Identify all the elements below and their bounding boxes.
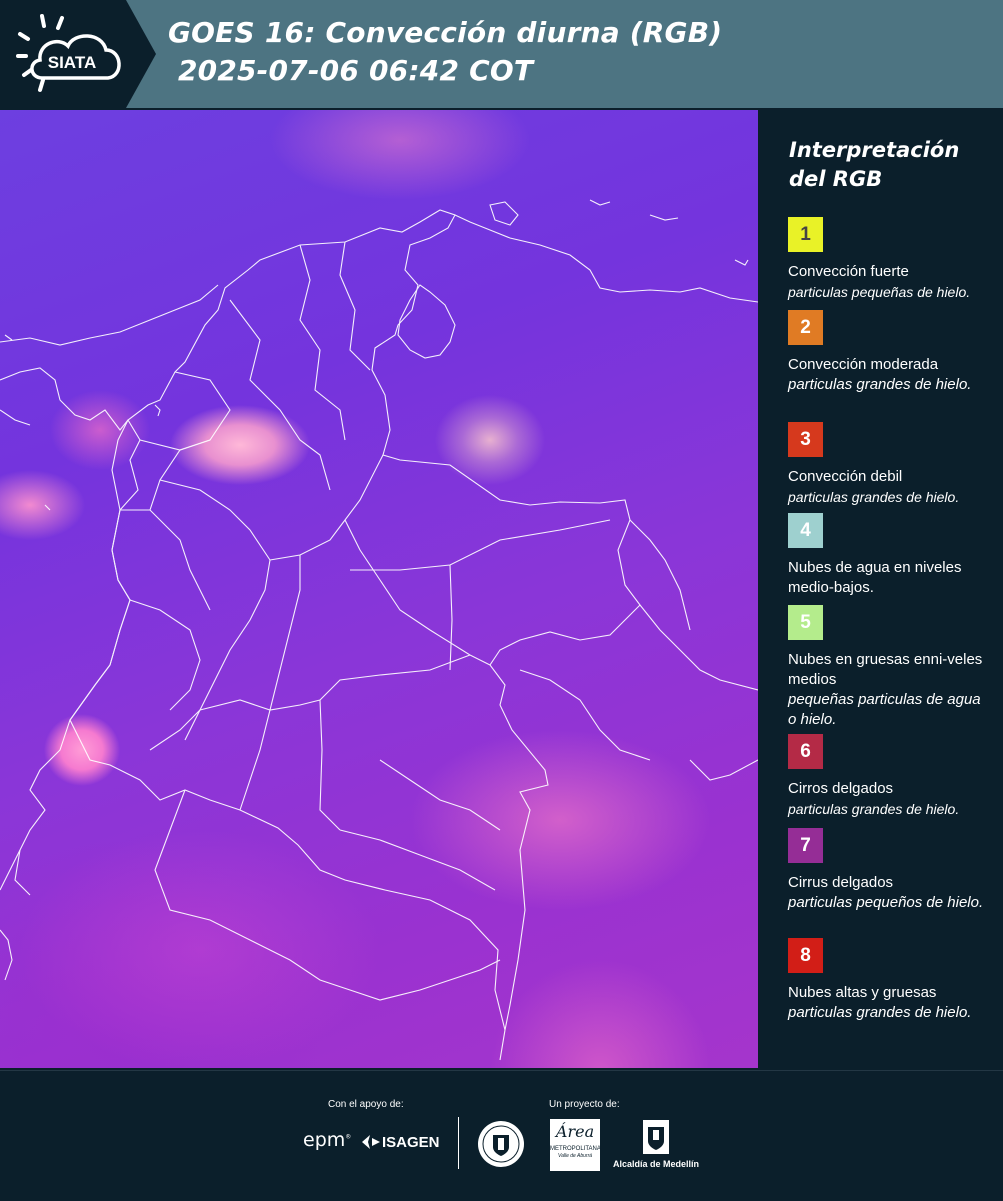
isagen-mark-icon <box>362 1135 380 1149</box>
legend-swatch: 1 <box>788 217 823 252</box>
area-logo-sub2: Valle de Aburrá <box>557 1153 593 1159</box>
legend-item-6: 6 Cirros delgados particulas grandes de … <box>788 734 988 819</box>
legend-name: Convección fuerte <box>788 263 909 280</box>
area-logo-sub1: METROPOLITANA <box>550 1146 601 1152</box>
legend-item-5: 5 Nubes en gruesas enni-veles medios peq… <box>788 605 988 730</box>
siata-logo-icon: SIATA <box>16 14 121 92</box>
logo-text: SIATA <box>48 53 96 72</box>
legend-number: 1 <box>800 223 811 245</box>
legend-desc: particulas grandes de hielo. <box>788 489 960 505</box>
colombia-border <box>69 209 641 1031</box>
legend-number: 4 <box>800 519 811 541</box>
legend-name: Convección moderada <box>788 356 939 373</box>
legend-name: Nubes de agua en niveles medio-bajos. <box>788 559 962 596</box>
legend-title: Interpretación del RGB <box>789 136 959 194</box>
legend-number: 8 <box>800 944 811 966</box>
alcaldia-shield-icon <box>643 1120 669 1154</box>
legend-number: 6 <box>800 740 811 762</box>
footer: Con el apoyo de: Un proyecto de: epm® IS… <box>0 1070 1003 1201</box>
legend-desc: particulas grandes de hielo. <box>788 1004 972 1021</box>
legend-name: Convección debil <box>788 468 903 485</box>
epm-logo-text: epm <box>303 1129 346 1151</box>
legend-number: 2 <box>800 316 811 338</box>
legend-name: Cirrus delgados <box>788 874 894 891</box>
medellin-seal-icon <box>478 1121 524 1167</box>
title-line-datetime: 2025-07-06 06:42 COT <box>168 54 534 87</box>
venezuela-coast <box>454 214 758 303</box>
legend-swatch: 7 <box>788 828 823 863</box>
legend-name: Nubes altas y gruesas <box>788 984 937 1001</box>
panama-coast <box>0 284 219 346</box>
legend-panel: Interpretación del RGB 1 Convección fuer… <box>760 110 1003 1068</box>
legend-desc: pequeñas particulas de agua o hielo. <box>788 691 981 728</box>
legend-swatch: 6 <box>788 734 823 769</box>
footer-divider <box>458 1117 459 1169</box>
legend-number: 7 <box>800 834 811 856</box>
epm-logo: epm® <box>303 1129 352 1151</box>
legend-desc: particulas grandes de hielo. <box>788 801 960 817</box>
support-label: Con el apoyo de: <box>328 1099 404 1110</box>
title-line-product: GOES 16: Convección diurna (RGB) <box>168 16 723 49</box>
lake-maracaibo <box>397 284 456 359</box>
area-logo-name: Área <box>555 1122 595 1141</box>
isagen-logo: ISAGEN <box>360 1133 440 1151</box>
legend-swatch: 4 <box>788 513 823 548</box>
legend-title-line1: Interpretación <box>789 138 960 162</box>
legend-item-1: 1 Convección fuerte particulas pequeñas … <box>788 217 988 302</box>
legend-desc: particulas pequeñas de hielo. <box>788 284 971 300</box>
legend-swatch: 5 <box>788 605 823 640</box>
legend-item-8: 8 Nubes altas y gruesas particulas grand… <box>788 938 988 1023</box>
area-metropolitana-logo: Área METROPOLITANA Valle de Aburrá <box>550 1119 601 1171</box>
legend-item-4: 4 Nubes de agua en niveles medio-bajos. <box>788 513 988 598</box>
isagen-logo-text: ISAGEN <box>382 1133 440 1151</box>
legend-number: 3 <box>800 428 811 450</box>
legend-item-2: 2 Convección moderada particulas grandes… <box>788 310 988 395</box>
legend-name: Cirros delgados <box>788 780 894 797</box>
project-label: Un proyecto de: <box>549 1099 620 1110</box>
pacific-coast <box>14 419 131 896</box>
legend-swatch: 2 <box>788 310 823 345</box>
legend-desc: particulas pequeños de hielo. <box>788 894 984 911</box>
borders-overlay <box>0 199 758 1061</box>
legend-swatch: 3 <box>788 422 823 457</box>
legend-item-3: 3 Convección debil particulas grandes de… <box>788 422 988 507</box>
legend-item-7: 7 Cirrus delgados particulas pequeños de… <box>788 828 988 913</box>
legend-title-line2: del RGB <box>789 167 883 191</box>
page-title: GOES 16: Convección diurna (RGB) 2025-07… <box>168 14 722 90</box>
header-bar: SIATA GOES 16: Convección diurna (RGB) 2… <box>0 0 1003 108</box>
satellite-rgb-map <box>0 110 758 1068</box>
legend-desc: particulas grandes de hielo. <box>788 376 972 393</box>
alcaldia-logo-text: Alcaldía de Medellín <box>613 1159 700 1169</box>
legend-name: Nubes en gruesas enni-veles medios <box>788 651 983 688</box>
legend-number: 5 <box>800 611 811 633</box>
legend-swatch: 8 <box>788 938 823 973</box>
